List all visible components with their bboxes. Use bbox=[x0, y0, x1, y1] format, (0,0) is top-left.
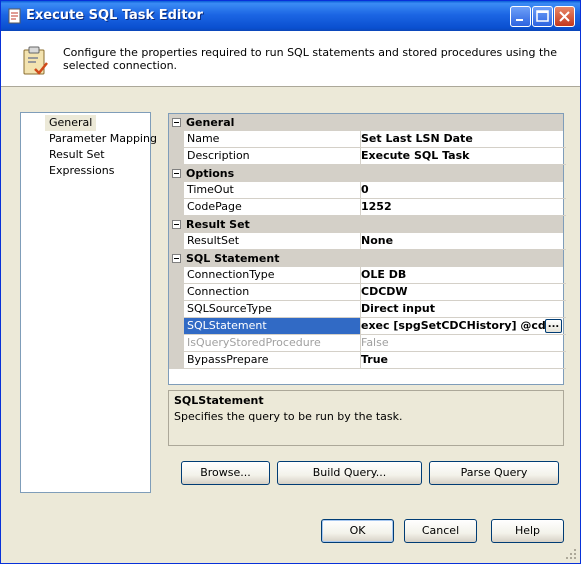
category-label: SQL Statement bbox=[186, 252, 280, 265]
cancel-button[interactable]: Cancel bbox=[404, 519, 477, 543]
execute-sql-task-editor-window: Execute SQL Task Editor Configure the pr… bbox=[0, 0, 581, 564]
build-query-button[interactable]: Build Query... bbox=[277, 461, 422, 485]
property-value[interactable]: exec [spgSetCDCHistory] @cdcT bbox=[358, 318, 566, 335]
category-sql-statement[interactable]: SQL Statement bbox=[169, 250, 563, 267]
description-text: Specifies the query to be run by the tas… bbox=[174, 410, 403, 423]
property-row-isquerystoredprocedure: IsQueryStoredProcedure False bbox=[169, 335, 566, 352]
collapse-icon[interactable] bbox=[172, 169, 181, 178]
minimize-button[interactable] bbox=[510, 6, 531, 27]
nav-item-result-set[interactable]: Result Set bbox=[45, 147, 109, 163]
ok-button[interactable]: OK bbox=[321, 519, 394, 543]
header-description: Configure the properties required to run… bbox=[63, 46, 557, 72]
collapse-icon[interactable] bbox=[172, 220, 181, 229]
header-divider bbox=[1, 86, 580, 87]
window-title: Execute SQL Task Editor bbox=[26, 8, 203, 23]
property-value[interactable]: 0 bbox=[358, 182, 566, 199]
clipboard-check-icon bbox=[23, 46, 48, 75]
property-row-connectiontype[interactable]: ConnectionType OLE DB bbox=[169, 267, 566, 284]
nav-item-expressions[interactable]: Expressions bbox=[45, 163, 118, 179]
property-value[interactable]: None bbox=[358, 233, 566, 250]
property-value[interactable]: Execute SQL Task bbox=[358, 148, 566, 165]
property-value[interactable]: OLE DB bbox=[358, 267, 566, 284]
property-name: SQLStatement bbox=[184, 318, 361, 335]
property-value[interactable]: True bbox=[358, 352, 566, 369]
property-value[interactable]: Set Last LSN Date bbox=[358, 131, 566, 148]
minimize-icon bbox=[516, 19, 523, 21]
maximize-button[interactable] bbox=[532, 6, 553, 27]
title-bar[interactable]: Execute SQL Task Editor bbox=[1, 1, 580, 31]
property-row-name[interactable]: Name Set Last LSN Date bbox=[169, 131, 566, 148]
maximize-icon bbox=[536, 10, 549, 22]
category-label: Options bbox=[186, 167, 235, 180]
category-label: General bbox=[186, 116, 235, 129]
property-row-resultset[interactable]: ResultSet None bbox=[169, 233, 566, 250]
property-name: BypassPrepare bbox=[184, 352, 361, 369]
property-row-description[interactable]: Description Execute SQL Task bbox=[169, 148, 566, 165]
property-row-bypassprepare[interactable]: BypassPrepare True bbox=[169, 352, 566, 369]
browse-button[interactable]: Browse... bbox=[181, 461, 270, 485]
property-description-panel: SQLStatement Specifies the query to be r… bbox=[168, 390, 564, 446]
property-name: Description bbox=[184, 148, 361, 165]
property-name: Name bbox=[184, 131, 361, 148]
property-name: SQLSourceType bbox=[184, 301, 361, 318]
category-result-set[interactable]: Result Set bbox=[169, 216, 563, 233]
description-title: SQLStatement bbox=[174, 394, 264, 407]
property-name: ConnectionType bbox=[184, 267, 361, 284]
category-options[interactable]: Options bbox=[169, 165, 563, 182]
close-icon bbox=[559, 11, 570, 22]
resize-grip-icon[interactable] bbox=[566, 549, 577, 560]
property-row-sqlsourcetype[interactable]: SQLSourceType Direct input bbox=[169, 301, 566, 318]
nav-item-general[interactable]: General bbox=[45, 115, 97, 131]
close-button[interactable] bbox=[554, 6, 575, 27]
property-name: IsQueryStoredProcedure bbox=[184, 335, 361, 352]
property-name: CodePage bbox=[184, 199, 361, 216]
sql-task-icon bbox=[8, 8, 21, 24]
property-row-timeout[interactable]: TimeOut 0 bbox=[169, 182, 566, 199]
property-value[interactable]: Direct input bbox=[358, 301, 566, 318]
property-name: TimeOut bbox=[184, 182, 361, 199]
property-name: ResultSet bbox=[184, 233, 361, 250]
nav-item-parameter-mapping[interactable]: Parameter Mapping bbox=[45, 131, 161, 147]
collapse-icon[interactable] bbox=[172, 118, 181, 127]
property-row-codepage[interactable]: CodePage 1252 bbox=[169, 199, 566, 216]
property-value[interactable]: 1252 bbox=[358, 199, 566, 216]
help-button[interactable]: Help bbox=[491, 519, 564, 543]
property-name: Connection bbox=[184, 284, 361, 301]
category-general[interactable]: General bbox=[169, 114, 563, 131]
category-label: Result Set bbox=[186, 218, 250, 231]
page-navigation-list: General Parameter Mapping Result Set Exp… bbox=[20, 112, 157, 493]
property-row-sqlstatement[interactable]: SQLStatement exec [spgSetCDCHistory] @cd… bbox=[169, 318, 566, 335]
property-grid: General Name Set Last LSN Date Descripti… bbox=[168, 113, 566, 385]
parse-query-button[interactable]: Parse Query bbox=[429, 461, 559, 485]
property-value: False bbox=[358, 335, 566, 352]
ellipsis-button[interactable]: ... bbox=[545, 319, 562, 333]
property-row-connection[interactable]: Connection CDCDW bbox=[169, 284, 566, 301]
collapse-icon[interactable] bbox=[172, 254, 181, 263]
property-value[interactable]: CDCDW bbox=[358, 284, 566, 301]
